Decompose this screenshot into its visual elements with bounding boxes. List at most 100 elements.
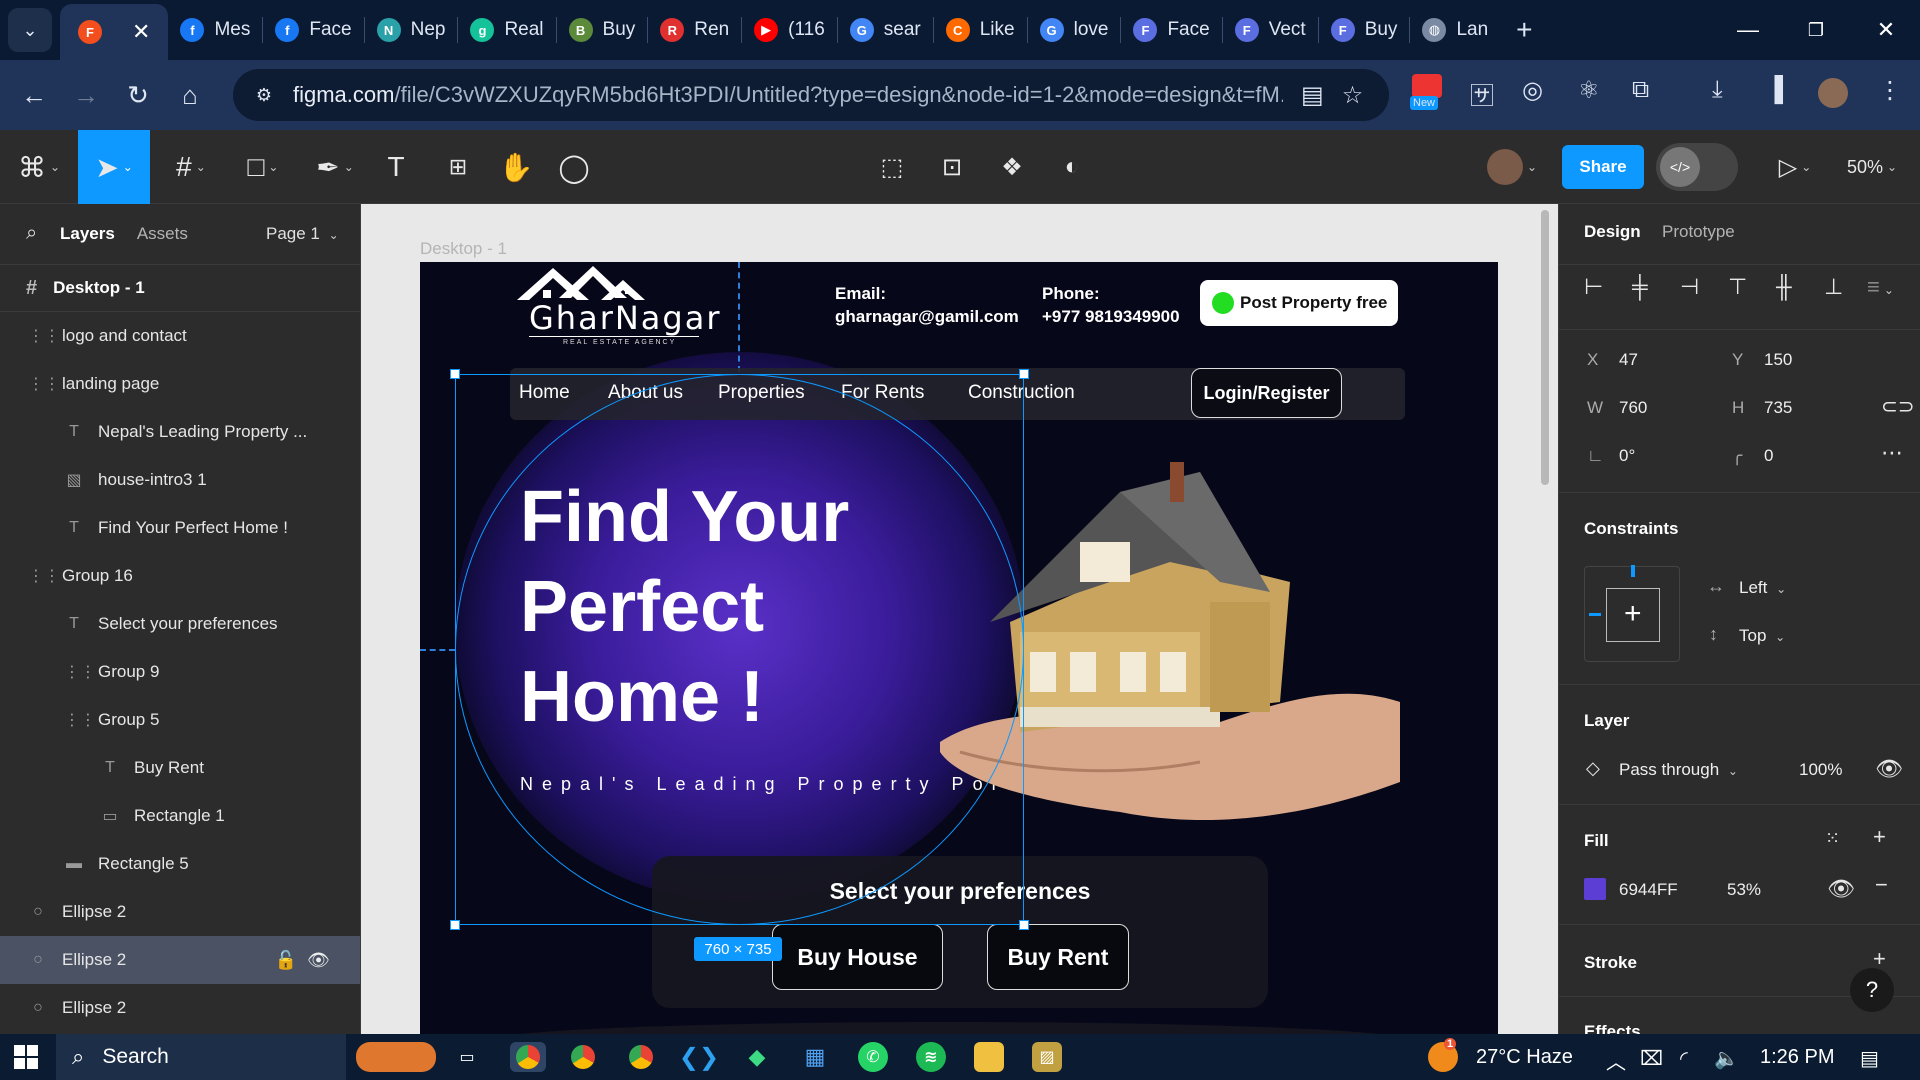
present-play-icon[interactable]: ▷ ⌄ bbox=[1770, 130, 1820, 204]
whatsapp-icon[interactable]: ✆ bbox=[858, 1042, 888, 1072]
more-options-icon[interactable]: ⋯ bbox=[1881, 440, 1903, 466]
resize-handle-bottom-left[interactable] bbox=[450, 920, 460, 930]
rectangle-tool-icon[interactable]: □ ⌄ bbox=[234, 130, 292, 204]
help-question-icon[interactable]: ? bbox=[1850, 968, 1894, 1012]
react-devtools-icon[interactable]: ⚛ bbox=[1578, 76, 1600, 105]
canvas-scrollbar[interactable] bbox=[1541, 210, 1549, 485]
browser-tab[interactable]: ▶ (116 bbox=[742, 0, 837, 60]
bookmark-star-icon[interactable]: ☆ bbox=[1342, 81, 1364, 110]
download-icon[interactable]: ⤓ bbox=[1712, 76, 1723, 104]
align-horizontal-center-icon[interactable]: ╪ bbox=[1632, 274, 1648, 300]
layer-row[interactable]: ⋮⋮ landing page bbox=[0, 360, 360, 408]
tab-close-icon[interactable]: ✕ bbox=[132, 19, 150, 45]
browser-tab[interactable]: F Face bbox=[1121, 0, 1221, 60]
resize-handle-bottom-right[interactable] bbox=[1019, 920, 1029, 930]
layer-opacity-input[interactable]: 100% bbox=[1799, 760, 1842, 780]
constraint-top-indicator[interactable] bbox=[1631, 565, 1635, 577]
profile-avatar[interactable] bbox=[1818, 78, 1848, 108]
browser-tab[interactable]: F ✕ bbox=[60, 4, 169, 60]
move-tool-icon[interactable]: ➤ ⌄ bbox=[78, 130, 150, 204]
post-property-button[interactable]: Post Property free bbox=[1200, 280, 1398, 326]
browser-tab[interactable]: R Ren bbox=[648, 0, 741, 60]
remove-fill-minus-icon[interactable]: − bbox=[1875, 872, 1888, 898]
fill-opacity-input[interactable]: 53% bbox=[1727, 880, 1761, 900]
resize-handle-top-left[interactable] bbox=[450, 369, 460, 379]
distribute-icon[interactable]: ≡ ⌄ bbox=[1867, 274, 1894, 300]
horizontal-constraint-dropdown[interactable]: Left ⌄ bbox=[1739, 578, 1786, 598]
fill-color-swatch[interactable] bbox=[1584, 878, 1606, 900]
frame-tool-icon[interactable]: # ⌄ bbox=[162, 130, 220, 204]
figma-main-menu-icon[interactable]: ⌘ ⌄ bbox=[14, 130, 64, 204]
buy-rent-button[interactable]: Buy Rent bbox=[987, 924, 1129, 990]
clock-time[interactable]: 1:26 PM bbox=[1760, 1046, 1834, 1069]
ms-store-icon[interactable]: ▦ bbox=[800, 1042, 830, 1072]
restore-icon[interactable]: ❐ bbox=[1782, 0, 1850, 60]
browser-tab[interactable]: f Face bbox=[263, 0, 363, 60]
url-text[interactable]: figma.com/file/C3vWZXUZqyRM5bd6Ht3PDI/Un… bbox=[293, 82, 1283, 108]
contrast-icon[interactable]: ◐ bbox=[1054, 130, 1090, 204]
extension-glasses-icon[interactable]: ◎ bbox=[1522, 76, 1543, 105]
weather-icon[interactable]: 1 bbox=[1428, 1038, 1458, 1072]
layer-row[interactable]: T Find Your Perfect Home ! bbox=[0, 504, 360, 552]
layer-row[interactable]: ▭ Rectangle 1 bbox=[0, 792, 360, 840]
chrome-profile-3-icon[interactable] bbox=[626, 1042, 656, 1072]
windows-start-icon[interactable] bbox=[14, 1045, 38, 1069]
component-icon[interactable]: ❖ bbox=[994, 130, 1030, 204]
android-studio-icon[interactable]: ◆ bbox=[742, 1042, 772, 1072]
browser-tab[interactable]: N Nep bbox=[365, 0, 458, 60]
resize-handle-top-right[interactable] bbox=[1019, 369, 1029, 379]
layer-row[interactable]: ▬ Rectangle 5 bbox=[0, 840, 360, 888]
rotation-input[interactable]: 0° bbox=[1619, 446, 1635, 466]
login-register-button[interactable]: Login/Register bbox=[1191, 368, 1342, 418]
tab-layers[interactable]: Layers bbox=[60, 224, 115, 244]
height-input[interactable]: 735 bbox=[1764, 398, 1792, 418]
tab-prototype[interactable]: Prototype bbox=[1662, 222, 1735, 242]
lock-visibility-icons[interactable]: 🔓👁 bbox=[275, 950, 340, 971]
extension-new-icon[interactable]: New bbox=[1410, 74, 1442, 110]
page-selector[interactable]: Page 1 ⌄ bbox=[266, 224, 339, 244]
tray-chevron-icon[interactable]: ︿ bbox=[1606, 1046, 1626, 1075]
people-widget-icon[interactable] bbox=[356, 1042, 436, 1072]
layer-row[interactable]: T Buy Rent bbox=[0, 744, 360, 792]
minimize-icon[interactable]: — bbox=[1714, 0, 1782, 60]
new-tab-plus-icon[interactable]: + bbox=[1516, 14, 1532, 46]
url-bar[interactable]: ⚙ figma.com/file/C3vWZXUZqyRM5bd6Ht3PDI/… bbox=[233, 69, 1389, 121]
browser-tab[interactable]: F Buy bbox=[1319, 0, 1410, 60]
y-input[interactable]: 150 bbox=[1764, 350, 1792, 370]
vertical-constraint-dropdown[interactable]: Top ⌄ bbox=[1739, 626, 1785, 646]
layer-visibility-eye-icon[interactable]: 👁 bbox=[1875, 756, 1903, 782]
layer-row[interactable]: ⋮⋮ logo and contact bbox=[0, 312, 360, 360]
layer-row[interactable]: ○ Ellipse 2 bbox=[0, 984, 360, 1032]
constrain-proportions-icon[interactable]: ⊂⊃ bbox=[1881, 394, 1915, 419]
constraints-widget[interactable]: + bbox=[1584, 565, 1680, 662]
browser-tab[interactable]: g Real bbox=[458, 0, 555, 60]
fill-visibility-eye-icon[interactable]: 👁 bbox=[1827, 876, 1855, 902]
corner-radius-input[interactable]: 0 bbox=[1764, 446, 1773, 466]
app-icon[interactable]: ▨ bbox=[1032, 1042, 1062, 1072]
task-view-icon[interactable]: ▭ bbox=[452, 1042, 482, 1072]
layer-row[interactable]: ⋮⋮ Group 5 bbox=[0, 696, 360, 744]
spotify-icon[interactable]: ≋ bbox=[916, 1042, 946, 1072]
reload-icon[interactable]: ↻ bbox=[112, 80, 164, 111]
align-bottom-icon[interactable]: ⊥ bbox=[1824, 274, 1843, 300]
side-panel-icon[interactable]: ▐ bbox=[1766, 76, 1783, 104]
browser-tab[interactable]: C Like bbox=[934, 0, 1027, 60]
add-fill-plus-icon[interactable]: + bbox=[1873, 824, 1886, 850]
clipboard-icon[interactable]: ▤ bbox=[1301, 81, 1324, 110]
fill-styles-icon[interactable]: ⁙ bbox=[1825, 828, 1840, 849]
tab-search-chevron-icon[interactable]: ⌄ bbox=[8, 8, 52, 52]
browser-tab[interactable]: Gsear bbox=[838, 0, 933, 60]
layer-row[interactable]: T Nepal's Leading Property ... bbox=[0, 408, 360, 456]
layer-row[interactable]: ○ Ellipse 2 🔓👁 bbox=[0, 936, 360, 984]
translate-icon[interactable]: 🈂 bbox=[1470, 76, 1494, 111]
hand-tool-icon[interactable]: ✋ bbox=[498, 130, 534, 204]
file-explorer-icon[interactable] bbox=[974, 1042, 1004, 1072]
zoom-dropdown[interactable]: 50% ⌄ bbox=[1834, 130, 1910, 204]
grid-icon[interactable]: ⊡ bbox=[934, 130, 970, 204]
share-button[interactable]: Share bbox=[1562, 145, 1644, 189]
comment-tool-icon[interactable]: ◯ bbox=[556, 130, 592, 204]
browser-tab[interactable]: F Vect bbox=[1223, 0, 1318, 60]
align-top-icon[interactable]: ⊤ bbox=[1728, 274, 1747, 300]
blend-mode-dropdown[interactable]: Pass through ⌄ bbox=[1619, 760, 1738, 780]
browser-tab[interactable]: Glove bbox=[1028, 0, 1121, 60]
